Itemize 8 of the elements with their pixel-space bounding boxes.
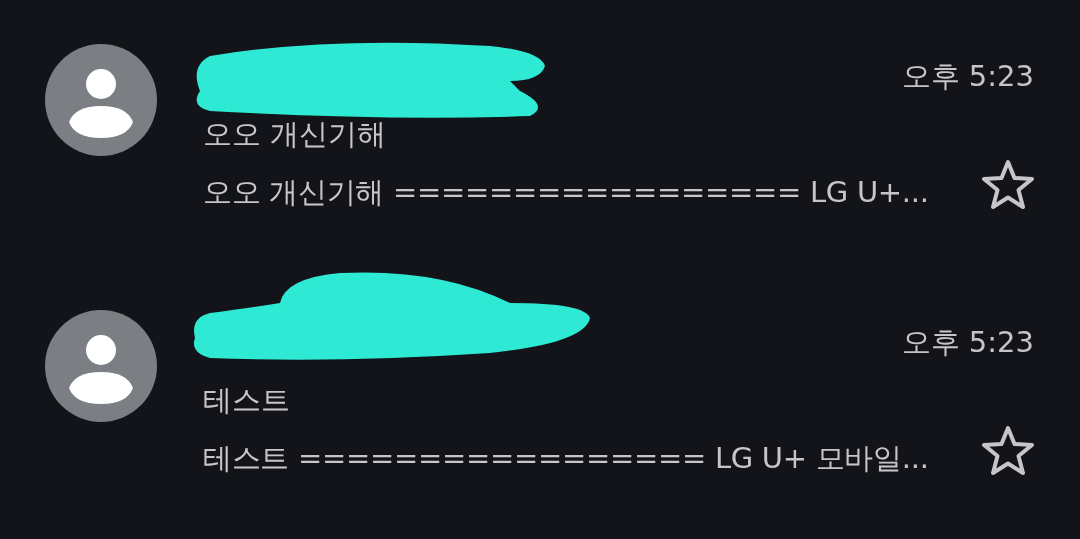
message-time: 오후 5:23 (901, 324, 1034, 361)
message-subject: 오오 개신기해 (203, 116, 388, 153)
message-subject: 테스트 (203, 382, 291, 419)
message-snippet: 오오 개신기해 ================= LG U+... (203, 174, 930, 211)
message-time: 오후 5:23 (901, 58, 1034, 95)
avatar-icon (45, 44, 157, 156)
avatar-icon (45, 310, 157, 422)
message-snippet: 테스트 ================= LG U+ 모바일... (203, 440, 930, 477)
